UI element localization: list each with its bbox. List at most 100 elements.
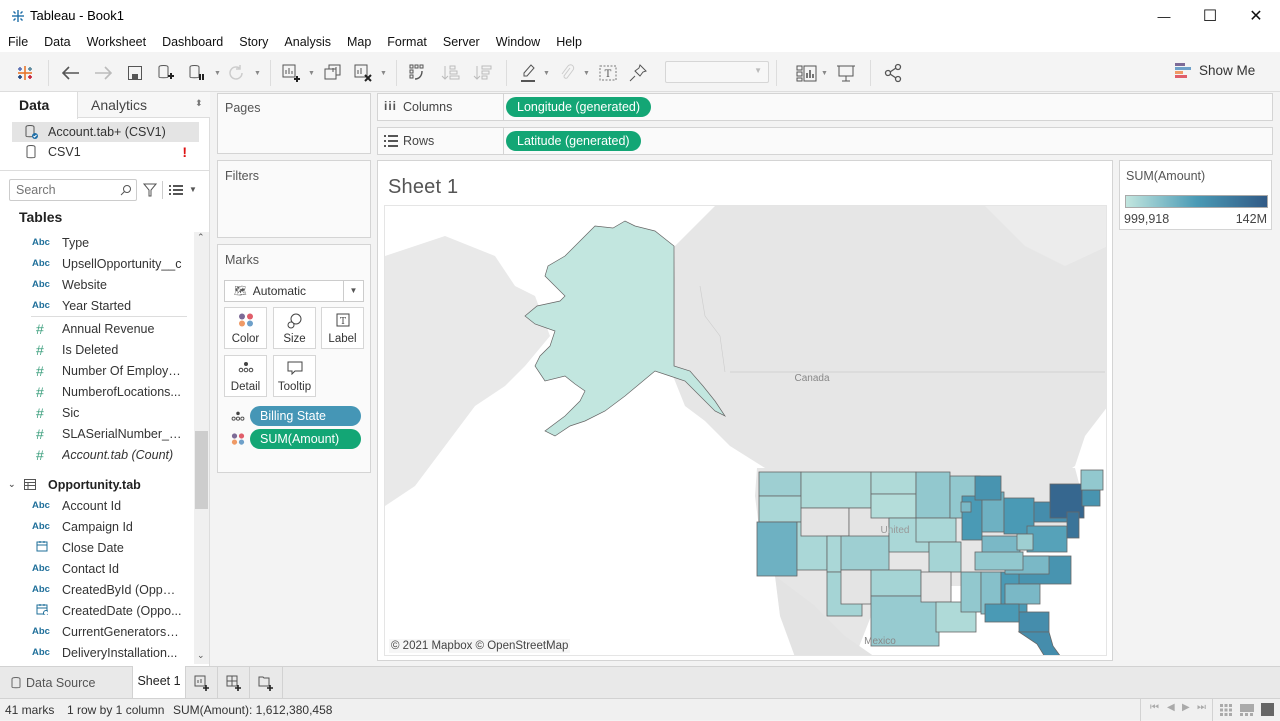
pane-collapse-icon[interactable]: ⬍: [195, 98, 203, 109]
state-mark[interactable]: [915, 471, 951, 519]
highlight-caret[interactable]: ▼: [543, 70, 550, 77]
rows-shelf[interactable]: Rows Latitude (generated): [377, 127, 1273, 155]
state-mark[interactable]: [1016, 533, 1034, 551]
state-mark[interactable]: [758, 495, 805, 523]
field-item[interactable]: Abc Contact Id: [32, 558, 182, 579]
field-item[interactable]: Abc Type: [32, 232, 182, 253]
state-mark[interactable]: [960, 571, 982, 613]
menu-dashboard[interactable]: Dashboard: [154, 32, 231, 52]
state-mark[interactable]: [974, 551, 1024, 571]
search-input[interactable]: [10, 180, 110, 200]
previous-sheet-icon[interactable]: ◀: [1167, 702, 1175, 713]
state-mark[interactable]: [870, 493, 917, 519]
menu-worksheet[interactable]: Worksheet: [79, 32, 155, 52]
data-source-tab[interactable]: Data Source: [0, 667, 132, 698]
state-mark[interactable]: [870, 471, 917, 495]
group-members-icon[interactable]: [556, 62, 578, 84]
state-mark[interactable]: [840, 569, 872, 605]
state-mark[interactable]: [915, 517, 957, 543]
new-data-source-icon[interactable]: [155, 62, 177, 84]
latitude-pill[interactable]: Latitude (generated): [506, 131, 641, 151]
field-item[interactable]: Abc Year Started: [32, 295, 182, 316]
menu-story[interactable]: Story: [231, 32, 276, 52]
field-item[interactable]: Close Date: [32, 537, 182, 558]
redo-icon[interactable]: [92, 62, 114, 84]
state-mark[interactable]: [960, 501, 972, 513]
field-item[interactable]: # Number Of Employe...: [32, 360, 182, 381]
map-view[interactable]: Canada United Mexico © 2021 Mapbox © Ope…: [384, 205, 1107, 656]
filter-icon[interactable]: [143, 183, 157, 197]
billing-state-pill[interactable]: Billing State: [250, 406, 361, 426]
view-dropdown-caret[interactable]: ▼: [189, 185, 197, 194]
show-cards-caret[interactable]: ▼: [821, 70, 828, 77]
view-list-icon[interactable]: [169, 184, 183, 196]
field-item[interactable]: # NumberofLocations...: [32, 381, 182, 402]
tabs-view-icon[interactable]: [1261, 703, 1274, 716]
field-item[interactable]: Abc Account Id: [32, 495, 182, 516]
filmstrip-view-icon[interactable]: [1240, 704, 1254, 716]
state-mark[interactable]: [974, 475, 1002, 501]
state-mark[interactable]: [800, 471, 872, 509]
detail-button[interactable]: Detail: [224, 355, 267, 397]
clear-sheet-icon[interactable]: [352, 62, 374, 84]
longitude-pill[interactable]: Longitude (generated): [506, 97, 652, 117]
state-mark[interactable]: [1080, 469, 1104, 491]
label-button[interactable]: T Label: [321, 307, 364, 349]
last-sheet-icon[interactable]: ⏭: [1197, 702, 1206, 713]
refresh-icon[interactable]: [225, 62, 247, 84]
sheet-sorter-view-icon[interactable]: [1220, 704, 1232, 716]
presentation-mode-icon[interactable]: [835, 62, 857, 84]
menu-format[interactable]: Format: [379, 32, 435, 52]
new-worksheet-caret[interactable]: ▼: [308, 70, 315, 77]
show-cards-icon[interactable]: [796, 62, 818, 84]
state-mark[interactable]: [840, 535, 890, 571]
tableau-logo-icon[interactable]: [14, 62, 36, 84]
refresh-dropdown-caret[interactable]: ▼: [254, 70, 261, 77]
tooltip-button[interactable]: Tooltip: [273, 355, 316, 397]
color-button[interactable]: Color: [224, 307, 267, 349]
state-mark[interactable]: [928, 541, 962, 573]
menu-data[interactable]: Data: [36, 32, 78, 52]
scroll-down-icon[interactable]: ⌄: [197, 650, 205, 661]
next-sheet-icon[interactable]: ▶: [1182, 702, 1190, 713]
map-attribution[interactable]: © 2021 Mapbox © OpenStreetMap: [389, 639, 571, 653]
sort-descending-icon[interactable]: [472, 62, 494, 84]
pause-updates-icon[interactable]: [186, 62, 208, 84]
sum-amount-pill[interactable]: SUM(Amount): [250, 429, 361, 449]
menu-analysis[interactable]: Analysis: [276, 32, 339, 52]
fix-axes-icon[interactable]: [627, 62, 649, 84]
minimize-button[interactable]: —: [1141, 0, 1187, 32]
group-members-caret[interactable]: ▼: [583, 70, 590, 77]
new-story-tab-button[interactable]: [250, 667, 283, 698]
state-mark[interactable]: [984, 603, 1020, 623]
state-mark[interactable]: [870, 569, 922, 597]
menu-server[interactable]: Server: [435, 32, 488, 52]
undo-icon[interactable]: [60, 62, 82, 84]
state-mark[interactable]: [758, 471, 802, 497]
clear-sheet-caret[interactable]: ▼: [380, 70, 387, 77]
new-worksheet-icon[interactable]: [280, 62, 302, 84]
menu-file[interactable]: File: [0, 32, 36, 52]
field-item[interactable]: Abc CurrentGenerators_...: [32, 621, 182, 642]
sheet-title[interactable]: Sheet 1: [388, 176, 458, 199]
save-icon[interactable]: [124, 62, 146, 84]
duplicate-sheet-icon[interactable]: [322, 62, 344, 84]
field-item[interactable]: # Account.tab (Count): [32, 444, 182, 465]
field-item[interactable]: Abc UpsellOpportunity__c: [32, 253, 182, 274]
pages-shelf[interactable]: Pages: [217, 93, 371, 154]
menu-help[interactable]: Help: [548, 32, 590, 52]
fit-select[interactable]: ▼: [665, 61, 769, 83]
show-mark-labels-icon[interactable]: T: [597, 62, 619, 84]
chevron-down-icon[interactable]: ⌄: [8, 479, 24, 490]
color-legend[interactable]: SUM(Amount) 999,918 142M: [1119, 160, 1272, 230]
tab-analytics[interactable]: Analytics: [91, 92, 147, 118]
menu-map[interactable]: Map: [339, 32, 379, 52]
scrollbar[interactable]: ⌃ ⌄: [194, 232, 209, 664]
field-item[interactable]: # Is Deleted: [32, 339, 182, 360]
mark-type-select[interactable]: 🗺 Automatic ▼: [224, 280, 364, 302]
first-sheet-icon[interactable]: ⏮: [1150, 702, 1159, 713]
pause-dropdown-caret[interactable]: ▼: [214, 70, 221, 77]
state-mark[interactable]: [756, 521, 798, 577]
sheet-1-tab[interactable]: Sheet 1: [132, 666, 186, 698]
state-mark[interactable]: [920, 571, 952, 603]
